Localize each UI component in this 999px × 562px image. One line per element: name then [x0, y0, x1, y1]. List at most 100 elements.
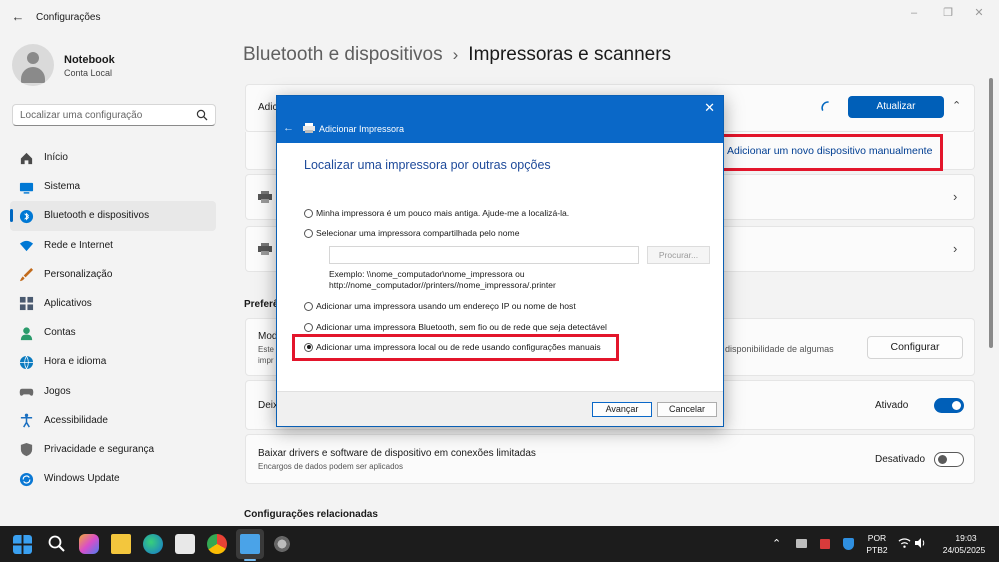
chevron-right-icon[interactable]: › — [953, 241, 957, 256]
example-line-2: http://nome_computador//printers//nome_i… — [329, 280, 556, 290]
chevron-right-icon[interactable]: › — [953, 189, 957, 204]
settings-gear-icon[interactable] — [272, 534, 292, 554]
language-indicator[interactable]: POR — [866, 533, 888, 543]
printer-tray-icon[interactable] — [796, 539, 807, 548]
configure-button[interactable]: Configurar — [867, 336, 963, 359]
search-icon[interactable] — [47, 534, 67, 554]
dialog-heading: Localizar uma impressora por outras opçõ… — [304, 158, 551, 172]
breadcrumb-parent[interactable]: Bluetooth e dispositivos — [243, 44, 443, 65]
volume-icon[interactable] — [914, 537, 926, 549]
clock-date[interactable]: 24/05/2025 — [938, 545, 990, 555]
close-icon[interactable]: ✕ — [964, 5, 994, 21]
printer-icon — [303, 123, 315, 133]
file-explorer-icon[interactable] — [111, 534, 131, 554]
mode-desc-line1: Este — [258, 345, 275, 354]
brush-icon — [18, 267, 34, 283]
person-icon — [18, 325, 34, 341]
sidebar-item-11[interactable]: Windows Update — [10, 464, 216, 493]
accessibility-icon — [18, 413, 34, 429]
sidebar-item-9[interactable]: Acessibilidade — [10, 406, 216, 435]
next-button[interactable]: Avançar — [592, 402, 652, 417]
mode-title: Mod — [258, 331, 278, 342]
default-printer-toggle[interactable] — [934, 398, 964, 413]
chrome-icon[interactable] — [207, 534, 227, 554]
store-icon[interactable] — [175, 534, 195, 554]
maximize-icon[interactable]: ❐ — [933, 5, 963, 21]
dialog-title: Adicionar Impressora — [319, 124, 405, 134]
clock-time[interactable]: 19:03 — [948, 533, 984, 543]
sidebar-item-4[interactable]: Personalização — [10, 260, 216, 289]
refresh-button[interactable]: Atualizar — [848, 96, 944, 118]
option-older-printer[interactable]: Minha impressora é um pouco mais antiga.… — [304, 207, 569, 219]
metered-connection-card: Baixar drivers e software de dispositivo… — [245, 434, 975, 484]
radio-button[interactable] — [304, 322, 313, 332]
apps-icon — [18, 296, 34, 312]
printer-dialog-icon[interactable] — [240, 534, 260, 554]
shared-printer-name-input[interactable] — [329, 246, 639, 264]
related-settings-title: Configurações relacionadas — [244, 509, 378, 520]
dialog-footer: Avançar Cancelar — [277, 391, 723, 426]
sidebar-item-label: Privacidade e segurança — [44, 443, 155, 455]
gamepad-icon — [18, 384, 34, 400]
profile-account: Conta Local — [64, 68, 113, 78]
avatar — [12, 44, 54, 86]
sidebar-item-label: Rede e Internet — [44, 239, 113, 251]
sidebar-item-1[interactable]: Sistema — [10, 172, 216, 201]
option-label: Adicionar uma impressora Bluetooth, sem … — [316, 322, 607, 332]
sidebar-item-5[interactable]: Aplicativos — [10, 289, 216, 318]
title-bar: ← Configurações – ❐ ✕ — [0, 0, 999, 34]
sidebar-item-6[interactable]: Contas — [10, 318, 216, 347]
back-arrow-icon[interactable]: ← — [10, 9, 26, 25]
option-shared-printer[interactable]: Selecionar uma impressora compartilhada … — [304, 227, 520, 239]
radio-button[interactable] — [304, 208, 313, 218]
metered-toggle[interactable] — [934, 452, 964, 467]
option-bluetooth-wireless[interactable]: Adicionar uma impressora Bluetooth, sem … — [304, 321, 607, 333]
chevron-up-icon[interactable]: ⌃ — [952, 99, 961, 112]
highlight-box — [708, 134, 943, 171]
breadcrumb: Bluetooth e dispositivos › Impressoras e s… — [243, 44, 671, 66]
sidebar-item-label: Windows Update — [44, 473, 120, 485]
cancel-button[interactable]: Cancelar — [657, 402, 717, 417]
metered-desc: Encargos de dados podem ser aplicados — [258, 462, 403, 471]
option-ip-address[interactable]: Adicionar uma impressora usando um ender… — [304, 300, 576, 312]
default-toggle-state: Ativado — [875, 400, 909, 411]
wifi-icon[interactable] — [898, 537, 911, 549]
sidebar-item-label: Jogos — [44, 385, 71, 397]
sidebar-item-label: Contas — [44, 327, 76, 339]
mode-desc-right: disponibilidade de algumas — [725, 344, 834, 354]
dialog-back-icon[interactable]: ← — [283, 122, 294, 134]
browse-button[interactable]: Procurar... — [647, 246, 710, 264]
sidebar-item-label: Início — [44, 152, 68, 163]
loading-spinner-icon — [821, 101, 829, 111]
sidebar-item-label: Hora e idioma — [44, 356, 107, 368]
copilot-icon[interactable] — [79, 534, 99, 554]
start-icon[interactable] — [13, 535, 32, 554]
profile-name: Notebook — [64, 54, 115, 66]
sidebar-item-8[interactable]: Jogos — [10, 377, 216, 406]
security-tray-icon[interactable] — [843, 538, 854, 550]
dialog-close-icon[interactable]: ✕ — [704, 100, 715, 116]
sidebar-item-10[interactable]: Privacidade e segurança — [10, 435, 216, 464]
printer-icon — [258, 191, 272, 203]
scrollbar[interactable] — [989, 78, 993, 348]
option-label: Selecionar uma impressora compartilhada … — [316, 228, 520, 238]
app-title: Configurações — [36, 12, 101, 23]
search-input[interactable]: Localizar uma configuração — [12, 104, 216, 126]
radio-button[interactable] — [304, 301, 313, 311]
minimize-icon[interactable]: – — [899, 5, 929, 21]
sidebar-item-label: Personalização — [44, 268, 113, 280]
antivirus-tray-icon[interactable] — [820, 539, 830, 549]
edge-icon[interactable] — [143, 534, 163, 554]
keyboard-layout-indicator[interactable]: PTB2 — [864, 545, 890, 555]
home-icon — [18, 150, 34, 166]
sidebar-item-0[interactable]: Início — [10, 143, 216, 172]
sidebar-item-3[interactable]: Rede e Internet — [10, 231, 216, 260]
sidebar-item-7[interactable]: Hora e idioma — [10, 347, 216, 376]
chevron-up-icon[interactable]: ⌃ — [772, 537, 781, 550]
radio-button[interactable] — [304, 228, 313, 238]
search-icon — [196, 109, 208, 121]
monitor-icon — [18, 179, 34, 195]
metered-title: Baixar drivers e software de dispositivo… — [258, 448, 536, 459]
mode-desc-line2: impr — [258, 356, 274, 365]
sidebar-item-2[interactable]: Bluetooth e dispositivos — [10, 201, 216, 231]
